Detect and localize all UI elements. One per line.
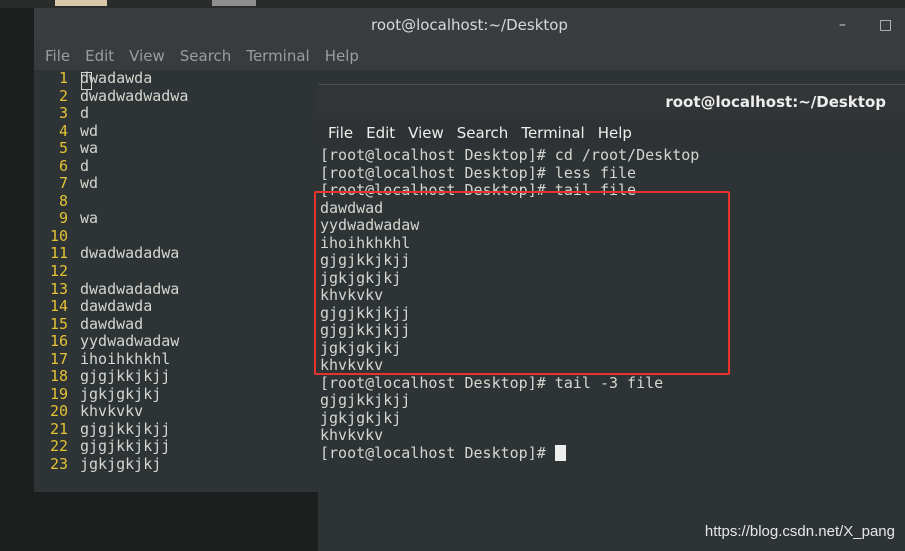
editor-line: 15 dawdwad [49,314,144,333]
menu-help[interactable]: Help [598,124,632,142]
menu-edit[interactable]: Edit [85,47,114,65]
desktop-top-strip [0,0,905,8]
menu-bar: File Edit View Search Terminal Help [318,119,905,147]
editor-line: 20 khvkvkv [49,402,144,421]
minimize-icon[interactable]: – [839,8,846,42]
menu-file[interactable]: File [328,124,353,142]
editor-line: 23 jgkjgkjkj [49,455,162,474]
editor-line: 2 dwadwadwadwa [58,86,189,105]
editor-line: 22 gjgjkkjkjj [49,437,171,456]
editor-line: 9 wa [58,209,99,228]
editor-line: 1 dwadawda [58,69,153,87]
editor-line: 8 [58,191,68,210]
editor-line: 10 [49,226,68,245]
menu-terminal[interactable]: Terminal [521,124,584,142]
editor-line: 21 gjgjkkjkjj [49,419,171,438]
terminal-line: [root@localhost Desktop]# cd /root/Deskt… [320,146,700,164]
editor-line: 12 [49,262,68,281]
menu-file[interactable]: File [45,47,70,65]
desktop-thumbnail [212,0,256,6]
editor-line: 17 ihoihkhkhl [49,349,171,368]
editor-line: 19 jgkjgkjkj [49,384,162,403]
menu-terminal[interactable]: Terminal [246,47,309,65]
editor-line: 6d [58,156,90,175]
editor-cursor [81,72,92,90]
editor-line: 3d [58,104,90,123]
terminal-line: [root@localhost Desktop]# tail -3 file [320,373,664,392]
terminal-line: gjgjkkjkjj [320,391,411,409]
terminal-line: [root@localhost Desktop]# less file [320,163,637,182]
editor-line: 7 wd [58,174,99,193]
menu-view[interactable]: View [408,124,444,142]
menu-bar: File Edit View Search Terminal Help [34,42,905,70]
menu-search[interactable]: Search [180,47,232,65]
editor-line: 4 wd [58,121,99,140]
window-title: root@localhost:~/Desktop [665,93,886,111]
terminal-cursor [554,444,566,461]
prompt-text: [root@localhost Desktop]# [320,443,555,462]
window-titlebar[interactable]: root@localhost:~/Desktop – □ [34,8,905,42]
editor-line: 13 dwadwadadwa [49,279,180,298]
watermark: https://blog.csdn.net/X_pang [704,523,895,540]
terminal-prompt-line[interactable]: [root@localhost Desktop]# [320,443,699,463]
editor-line: 5 wa [58,139,99,158]
editor-line: 14 dawdawda [49,297,153,316]
desktop-thumbnail [55,0,107,6]
menu-help[interactable]: Help [325,47,359,65]
maximize-icon[interactable]: □ [879,8,892,42]
editor-line: 16 yydwadwadaw [49,332,180,351]
terminal-line: jgkjgkjkj [320,408,402,427]
editor-line: 11 dwadwadadwa [49,244,180,263]
window-titlebar[interactable]: root@localhost:~/Desktop [318,85,905,119]
window-title: root@localhost:~/Desktop [371,16,568,34]
terminal-line: khvkvkv [320,426,384,444]
highlight-box [314,191,730,375]
menu-search[interactable]: Search [457,124,509,142]
editor-content[interactable]: 1 dwadawda 2 dwadwadwadwa 3d 4 wd 5 wa 6d 7w… [34,69,189,474]
menu-view[interactable]: View [129,47,165,65]
menu-edit[interactable]: Edit [366,124,395,142]
editor-line: 18 gjgjkkjkjj [49,367,171,386]
